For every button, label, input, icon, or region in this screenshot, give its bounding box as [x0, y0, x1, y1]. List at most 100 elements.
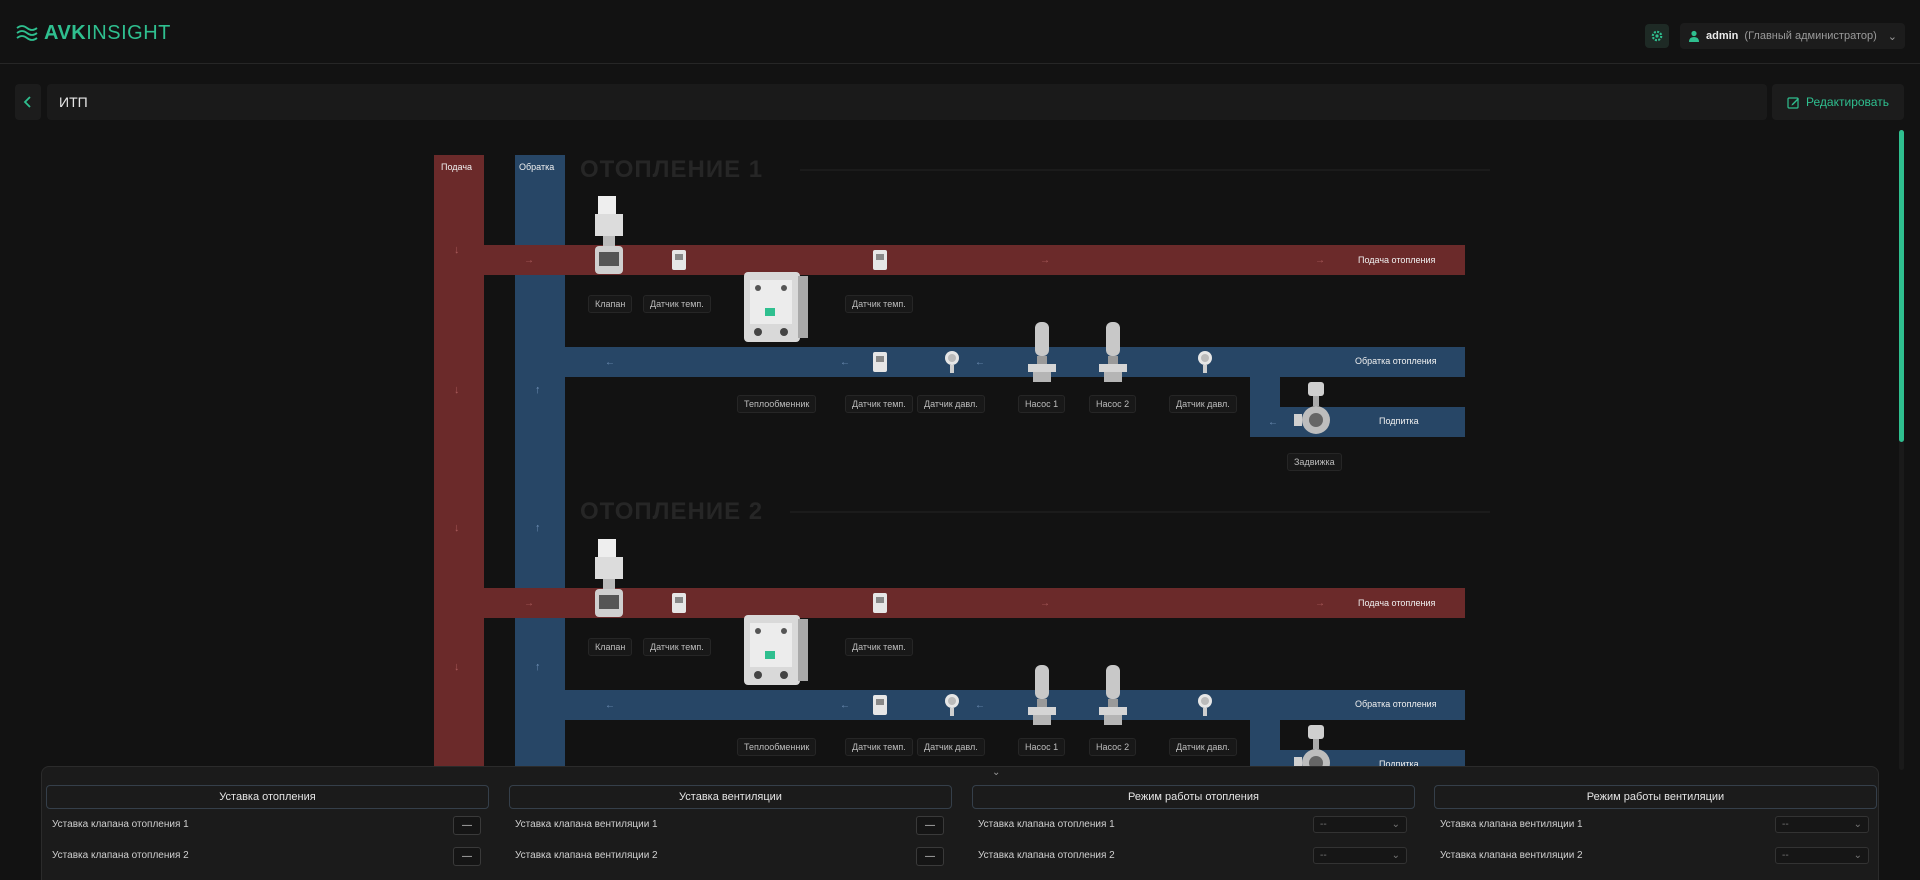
mode-row: Уставка клапана отопления 2 -- ⌄ [972, 840, 1415, 871]
section-2-valve-label: Клапан [588, 638, 633, 656]
setpoint-row: Уставка клапана отопления 2 — [46, 840, 489, 871]
section-2-pump2-label: Насос 2 [1089, 738, 1137, 756]
mode-select[interactable]: -- ⌄ [1313, 816, 1407, 833]
user-menu[interactable]: admin (Главный администратор) ⌄ [1680, 23, 1905, 49]
row-label: Уставка клапана отопления 2 [978, 850, 1115, 861]
mode-select[interactable]: -- ⌄ [1775, 847, 1869, 864]
setpoint-input[interactable]: — [453, 816, 481, 835]
title-bar: ИТП [47, 84, 1767, 120]
ventilation-setpoint-column: Уставка вентиляции Уставка клапана венти… [509, 785, 952, 871]
app-logo[interactable]: AVKINSIGHT [16, 22, 171, 44]
section-2-temp3-label: Датчик темп. [845, 738, 913, 756]
section-1-title: ОТОПЛЕНИЕ 1 [580, 156, 764, 183]
chevron-down-icon: ⌄ [1887, 30, 1897, 43]
svg-text:↓: ↓ [454, 244, 460, 256]
column-header: Режим работы отопления [972, 785, 1415, 809]
section-1-valve-label: Клапан [588, 295, 633, 313]
user-name: admin [1706, 30, 1739, 42]
section-2-press2-label: Датчик давл. [1169, 738, 1237, 756]
svg-text:←: ← [605, 357, 615, 368]
svg-text:↓: ↓ [454, 384, 460, 396]
row-label: Уставка клапана отопления 1 [978, 819, 1115, 830]
mode-row: Уставка клапана вентиляции 2 -- ⌄ [1434, 840, 1877, 871]
mode-select[interactable]: -- ⌄ [1313, 847, 1407, 864]
section-1-return-line: Обратка отопления [1355, 356, 1437, 366]
waves-icon [16, 25, 38, 41]
svg-text:→: → [1315, 255, 1325, 266]
section-2-temp1-label: Датчик темп. [643, 638, 711, 656]
heating-mode-column: Режим работы отопления Уставка клапана о… [972, 785, 1415, 871]
section-2-temp2-label: Датчик темп. [845, 638, 913, 656]
chevron-down-icon: ⌄ [1853, 819, 1862, 830]
chevron-down-icon: ⌄ [1391, 819, 1400, 830]
section-1-makeup-line: Подпитка [1379, 416, 1419, 426]
section-2-title: ОТОПЛЕНИЕ 2 [580, 498, 764, 525]
svg-text:←: ← [975, 700, 985, 711]
settings-panel: ⌄ Уставка отопления Уставка клапана отоп… [41, 766, 1879, 880]
brand-name: AVKINSIGHT [44, 21, 171, 44]
svg-text:↑: ↑ [535, 384, 541, 396]
edit-icon [1787, 96, 1800, 109]
top-bar: AVKINSIGHT admin (Главный администратор)… [0, 0, 1920, 64]
chevron-down-icon[interactable]: ⌄ [992, 767, 1000, 778]
section-1-supply-line: Подача отопления [1358, 255, 1436, 265]
section-1-hx-label: Теплообменник [737, 395, 817, 413]
setpoint-row: Уставка клапана вентиляции 2 — [509, 840, 952, 871]
chevron-left-icon [23, 96, 31, 108]
row-label: Уставка клапана вентиляции 2 [515, 850, 658, 861]
section-1-temp2-label: Датчик темп. [845, 295, 913, 313]
row-label: Уставка клапана вентиляции 1 [515, 819, 658, 830]
setpoint-input[interactable]: — [916, 847, 944, 866]
chevron-down-icon: ⌄ [1853, 850, 1862, 861]
svg-text:←: ← [1268, 417, 1278, 428]
setpoint-input[interactable]: — [916, 816, 944, 835]
column-header: Режим работы вентиляции [1434, 785, 1877, 809]
row-label: Уставка клапана отопления 1 [52, 819, 189, 830]
svg-text:→: → [524, 255, 534, 266]
pipe-network: →→→ ←←←←← →→→ ←←←← [434, 155, 1490, 770]
svg-text:←: ← [840, 357, 850, 368]
svg-text:→: → [524, 598, 534, 609]
row-label: Уставка клапана вентиляции 1 [1440, 819, 1583, 830]
svg-text:←: ← [605, 700, 615, 711]
svg-text:→: → [1040, 598, 1050, 609]
section-1-temp1-label: Датчик темп. [643, 295, 711, 313]
gear-icon [1651, 30, 1663, 42]
page-title: ИТП [59, 94, 88, 110]
edit-button[interactable]: Редактировать [1772, 84, 1904, 120]
mode-row: Уставка клапана отопления 1 -- ⌄ [972, 809, 1415, 840]
svg-text:↑: ↑ [535, 661, 541, 673]
return-header-label: Обратка [519, 162, 555, 172]
row-label: Уставка клапана отопления 2 [52, 850, 189, 861]
section-2-return-line: Обратка отопления [1355, 699, 1437, 709]
section-1-press1-label: Датчик давл. [917, 395, 985, 413]
svg-text:↓: ↓ [454, 661, 460, 673]
svg-text:←: ← [975, 357, 985, 368]
setpoint-row: Уставка клапана вентиляции 1 — [509, 809, 952, 840]
chevron-down-icon: ⌄ [1391, 850, 1400, 861]
section-1-press2-label: Датчик давл. [1169, 395, 1237, 413]
edit-label: Редактировать [1806, 95, 1889, 109]
column-header: Уставка отопления [46, 785, 489, 809]
section-1-gate-label: Задвижка [1287, 453, 1342, 471]
svg-text:↑: ↑ [535, 522, 541, 534]
section-1-pump1-label: Насос 1 [1018, 395, 1066, 413]
itp-scheme: →→→ ←←←←← →→→ ←←←← [0, 140, 1920, 770]
setpoint-row: Уставка клапана отопления 1 — [46, 809, 489, 840]
section-1-pump2-label: Насос 2 [1089, 395, 1137, 413]
column-header: Уставка вентиляции [509, 785, 952, 809]
setpoint-input[interactable]: — [453, 847, 481, 866]
mode-select[interactable]: -- ⌄ [1775, 816, 1869, 833]
row-label: Уставка клапана вентиляции 2 [1440, 850, 1583, 861]
section-1-temp3-label: Датчик темп. [845, 395, 913, 413]
supply-header-label: Подача [441, 162, 473, 172]
svg-text:→: → [1040, 255, 1050, 266]
settings-button[interactable] [1645, 24, 1669, 48]
back-button[interactable] [15, 84, 41, 120]
section-2-pump1-label: Насос 1 [1018, 738, 1066, 756]
mode-row: Уставка клапана вентиляции 1 -- ⌄ [1434, 809, 1877, 840]
ventilation-mode-column: Режим работы вентиляции Уставка клапана … [1434, 785, 1877, 871]
svg-text:↓: ↓ [454, 522, 460, 534]
section-2-press1-label: Датчик давл. [917, 738, 985, 756]
svg-text:←: ← [840, 700, 850, 711]
